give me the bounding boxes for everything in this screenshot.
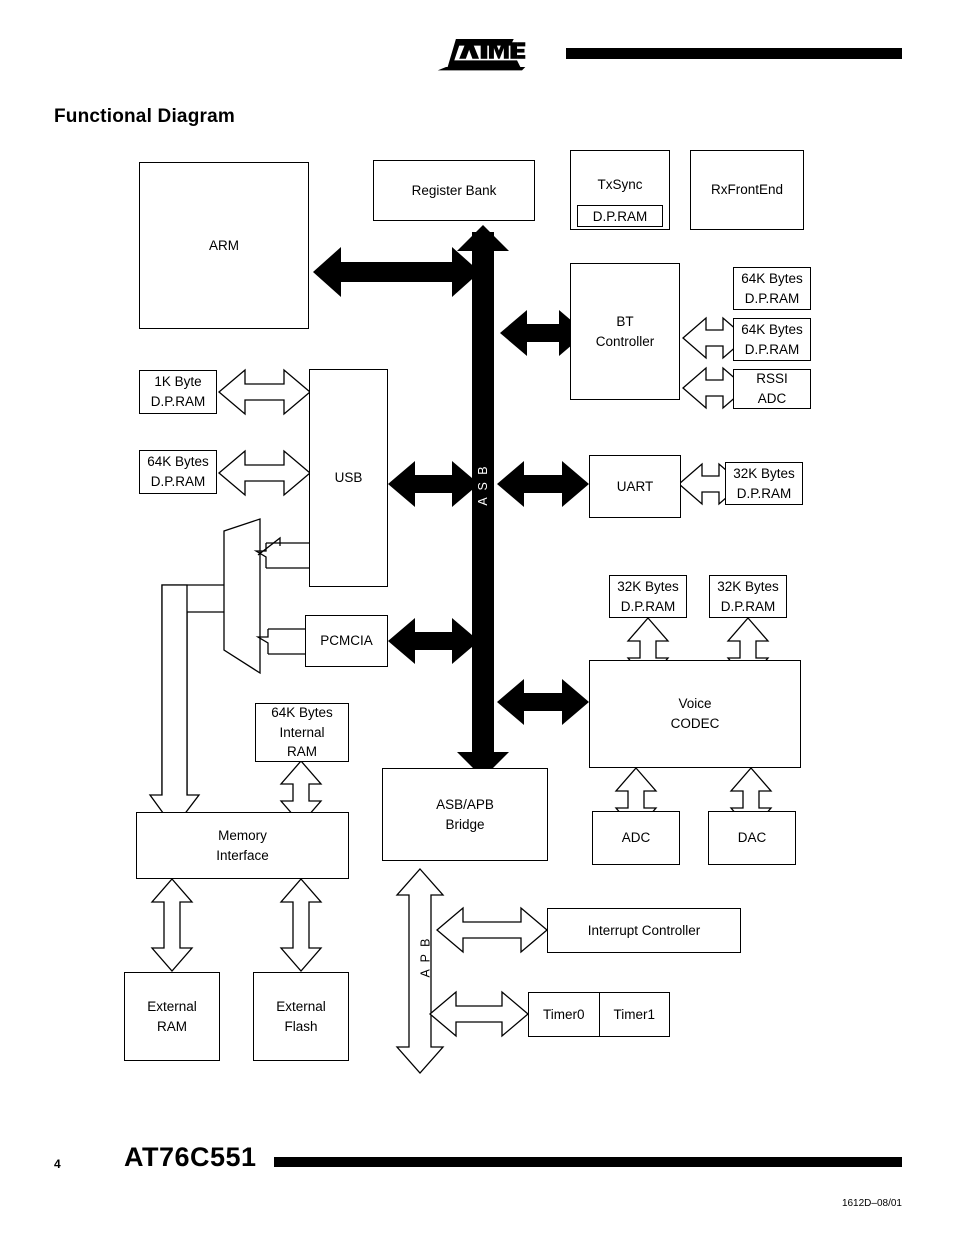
diagram-mux-layer [223,518,309,675]
apb-bus-label: A P B [418,936,433,978]
mux-shape [223,518,261,675]
datasheet-page: Functional Diagram A S B ARM Register Ba… [0,0,954,1235]
